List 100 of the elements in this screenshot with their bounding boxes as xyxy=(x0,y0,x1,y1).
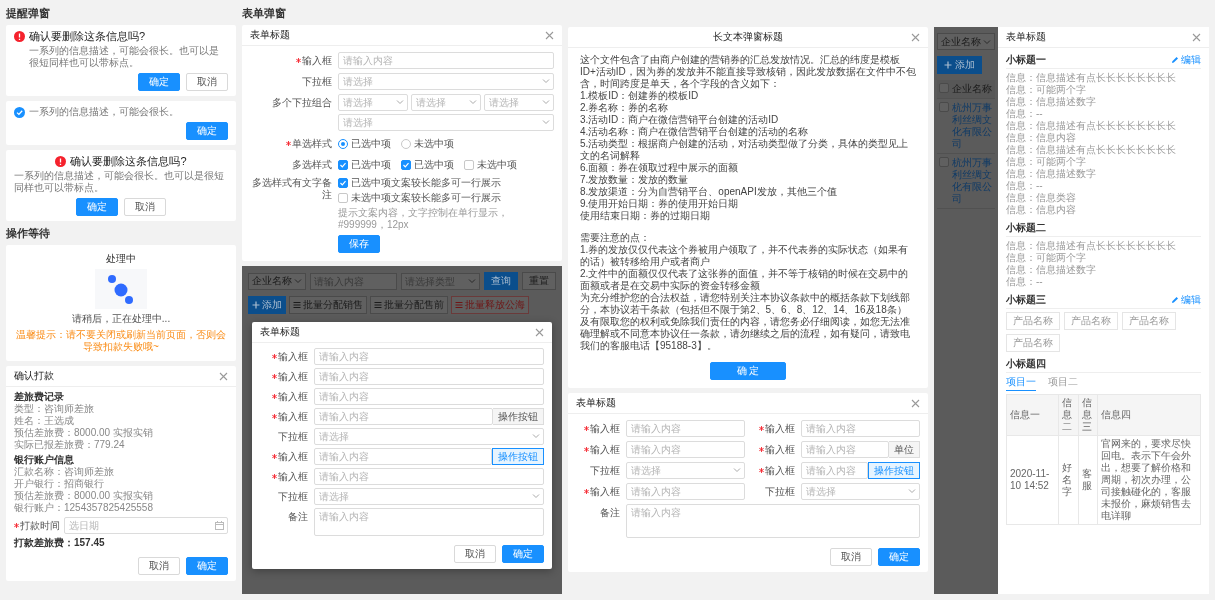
status-text: 处理中 xyxy=(106,253,136,265)
table-header-cell: 信息四 xyxy=(1097,394,1201,436)
paragraph-text: 5.活动类型：根据商户创建的活动，对活动类型做了分类，具体的类型见上文的名词解释 xyxy=(580,138,910,162)
field-label: 下拉框 xyxy=(590,464,620,477)
info-text: 信息：信息描述有点长长长长长长长长 xyxy=(1006,120,1177,132)
close-icon[interactable] xyxy=(911,398,920,408)
batch-button[interactable]: 批量释放公海 xyxy=(451,296,529,314)
info-text: 汇款名称：咨询师差旅 xyxy=(14,466,115,478)
dialog-title: 表单标题 xyxy=(250,29,290,41)
paragraph-text: 为充分维护您的合法权益，请您特别关注本协议条款中的概括条款下划线部分，本协议若干条款（包括但不限于第2、5、6、8、12、14、16及18条）及有限取您的权利或免除我们责任的内容，请您务必仔细阅读，如您无法准确理解或不同意本协议任一条款，请勿继续之后的流程，如有疑问，请致电我们的客服电话【95188-3】。 xyxy=(580,292,911,352)
required-icon xyxy=(286,141,291,146)
close-icon[interactable] xyxy=(911,32,920,42)
action-button[interactable]: 操作按钮 xyxy=(492,448,544,465)
tab[interactable]: 项目一 xyxy=(1006,376,1036,391)
info-text: 实际已报差旅费：779.24 xyxy=(14,439,126,451)
dialog-title: 表单标题 xyxy=(260,326,300,338)
warning-text: 温馨提示：请不要关闭或刷新当前页面，否则会导致扣款失败哦~ xyxy=(15,329,227,353)
section-subtitle: 小标题三 xyxy=(1006,294,1046,306)
hint-text: 提示文案内容，文字控制在单行显示，#999999，12px xyxy=(338,207,509,231)
edit-link[interactable]: 编辑 xyxy=(1171,294,1201,306)
field-label: 多个下拉组合 xyxy=(272,96,332,109)
required-icon xyxy=(14,523,19,528)
required-icon xyxy=(759,447,764,452)
dialog-title: 表单标题 xyxy=(1006,31,1046,43)
field-label: 备注 xyxy=(600,506,620,519)
tag: 产品名称 xyxy=(1006,312,1060,330)
table-cell: 2020-11-10 14:52 xyxy=(1006,435,1059,525)
add-button[interactable]: 添加 xyxy=(248,296,286,314)
cancel-button[interactable]: 取消 xyxy=(138,557,180,575)
cancel-button[interactable]: 取消 xyxy=(830,548,872,566)
info-text: 预估差旅费：8000.00 实报实销 xyxy=(14,427,154,439)
required-icon xyxy=(272,354,277,359)
select-field[interactable]: 企业名称 xyxy=(937,33,995,50)
cancel-button[interactable]: 取消 xyxy=(124,198,166,216)
option-label: 未选中项 xyxy=(414,137,454,150)
checkbox[interactable] xyxy=(338,159,348,170)
option-label: 已选中项 xyxy=(414,158,454,171)
required-icon xyxy=(584,426,589,431)
field-label: 下拉框 xyxy=(278,430,308,443)
textarea-field[interactable]: 请输入内容 xyxy=(314,508,544,536)
info-text: 信息：信息描述数字 xyxy=(1006,96,1097,108)
dialog-title: 确认要删除这条信息吗? xyxy=(29,30,146,42)
paragraph-text: 2.文件中的面额仅仅代表了这张券的面值，并不等于核销的时候在交易中的面额或者是在交易中实际的资金转移金额 xyxy=(580,268,910,292)
caret-icon xyxy=(468,276,476,285)
status-message: 请稍后，正在处理中... xyxy=(71,313,171,325)
add-button[interactable]: 添加 xyxy=(937,56,982,74)
warning-icon xyxy=(55,155,67,167)
option-label: 未选中项 xyxy=(477,158,517,171)
close-icon[interactable] xyxy=(219,371,228,381)
field-label: 输入框 xyxy=(278,450,308,463)
radio-button[interactable] xyxy=(338,138,348,149)
list-icon xyxy=(374,301,382,309)
dialog-title: 确认要删除这条信息吗? xyxy=(70,155,187,167)
cancel-button[interactable]: 取消 xyxy=(186,73,228,91)
dialog-title: 表单标题 xyxy=(576,397,616,409)
caret-icon xyxy=(396,98,404,106)
list-icon xyxy=(455,301,463,309)
field-label: 下拉框 xyxy=(765,485,795,498)
info-text: 信息：可能两个字 xyxy=(1006,252,1087,264)
confirm-button[interactable]: 确定 xyxy=(186,557,228,575)
confirm-button[interactable]: 确 定 xyxy=(709,362,787,380)
textarea-field[interactable]: 请输入内容 xyxy=(626,504,920,538)
field-label: 输入框 xyxy=(278,470,308,483)
company-link[interactable]: 杭州万事利丝绸文化有限公司 xyxy=(952,102,993,150)
dialog-message: 一系列的信息描述，可能会很长。也可以是很短同样也可以带标点。 xyxy=(29,45,220,69)
confirm-button[interactable]: 确定 xyxy=(76,198,118,216)
date-field[interactable]: 选日期 xyxy=(64,517,228,534)
plus-icon xyxy=(252,301,260,309)
field-label: 输入框 xyxy=(302,54,332,67)
option-label: 已选中项 xyxy=(351,158,391,171)
close-icon[interactable] xyxy=(535,327,544,337)
option-label: 已选中项文案较长能多可一行展示 xyxy=(351,177,501,189)
close-icon[interactable] xyxy=(545,30,554,40)
paragraph-text: 9.使用开始日期：券的使用开始日期 xyxy=(580,198,739,210)
addon-label: 操作按钮 xyxy=(493,408,544,425)
cancel-button[interactable]: 取消 xyxy=(454,545,496,563)
info-text: 信息：可能两个字 xyxy=(1006,84,1087,96)
select-field[interactable]: 企业名称 xyxy=(248,272,306,290)
info-text: 预估差旅费：8000.00 实报实销 xyxy=(14,490,154,502)
addon-label: 单位 xyxy=(889,441,920,458)
checkbox[interactable] xyxy=(401,159,411,170)
action-button[interactable]: 操作按钮 xyxy=(868,462,920,479)
total-text: 打款差旅费：157.45 xyxy=(14,537,106,549)
close-icon[interactable] xyxy=(1192,32,1201,42)
radio-button[interactable] xyxy=(401,138,411,149)
field-label: 输入框 xyxy=(590,443,620,456)
caret-icon xyxy=(908,487,916,495)
confirm-button[interactable]: 确定 xyxy=(138,73,180,91)
field-label: 多选样式 xyxy=(292,158,332,171)
confirm-button[interactable]: 确定 xyxy=(186,122,228,140)
table-header-cell: 信息三 xyxy=(1078,394,1098,436)
edit-link[interactable]: 编辑 xyxy=(1171,54,1201,66)
company-link[interactable]: 杭州万事利丝绸文化有限公司 xyxy=(952,157,993,205)
search-button[interactable]: 查询 xyxy=(484,272,518,290)
confirm-button[interactable]: 确定 xyxy=(878,548,920,566)
checkbox[interactable] xyxy=(338,178,348,188)
confirm-button[interactable]: 确定 xyxy=(502,545,544,563)
caret-icon xyxy=(542,77,550,85)
paragraph-text: 6.面额：券在领取过程中展示的面额 xyxy=(580,162,740,174)
save-button[interactable]: 保存 xyxy=(338,235,380,253)
